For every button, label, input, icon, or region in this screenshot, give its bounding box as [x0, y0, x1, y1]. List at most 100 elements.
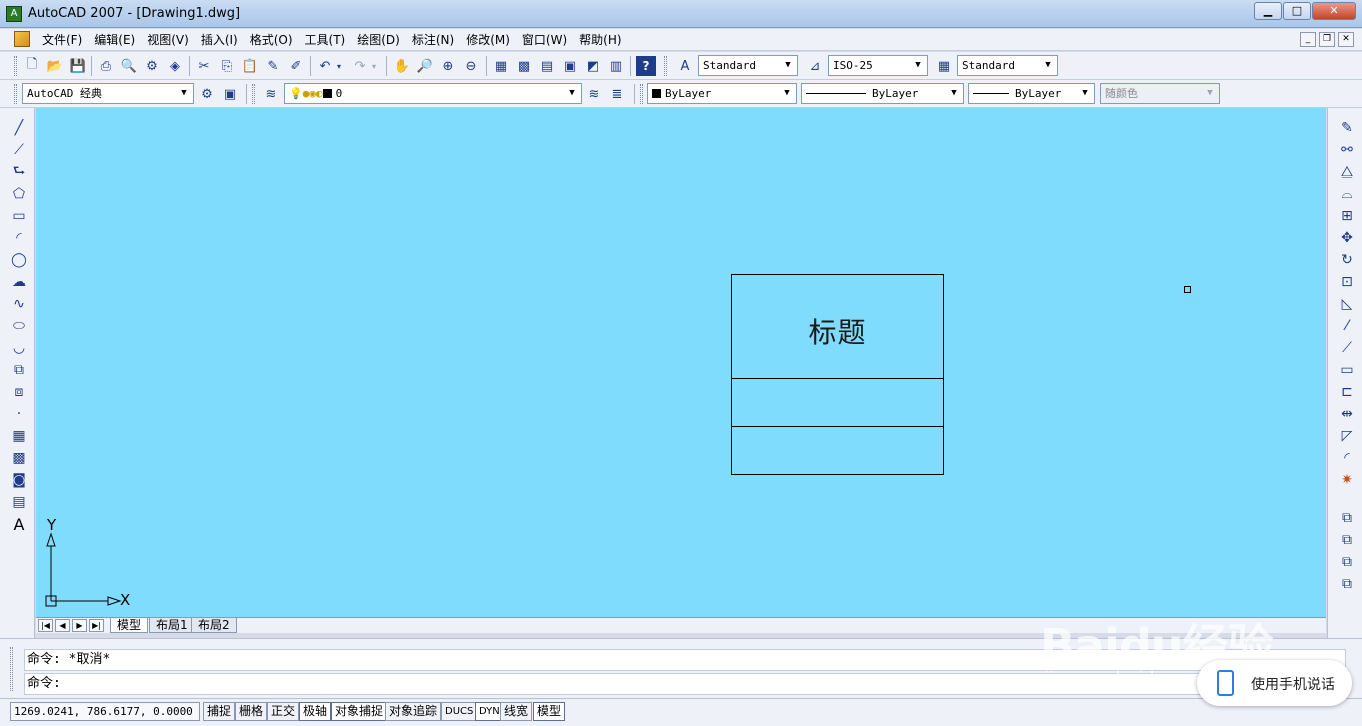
publish-icon[interactable]: ⚙ [142, 56, 162, 76]
revision-cloud-icon[interactable]: ☁ [8, 272, 30, 292]
doc-minimize-button[interactable]: _ [1300, 32, 1316, 47]
calculator-icon[interactable]: ▥ [606, 56, 626, 76]
zoom-realtime-icon[interactable]: 🔎 [415, 56, 435, 76]
tab-model[interactable]: 模型 [110, 618, 149, 633]
pan-icon[interactable]: ✋ [392, 56, 412, 76]
ellipse-icon[interactable]: ⬭ [8, 316, 30, 336]
toolbar-grip[interactable] [252, 84, 255, 104]
ducs-toggle[interactable]: DUCS [441, 702, 478, 721]
osnap-toggle[interactable]: 对象捕捉 [331, 702, 388, 721]
menu-draw[interactable]: 绘图(D) [351, 32, 406, 48]
erase-icon[interactable]: ✎ [1336, 118, 1358, 138]
menu-dimension[interactable]: 标注(N) [406, 32, 460, 48]
line-icon[interactable]: ╱ [8, 118, 30, 138]
minimize-button[interactable]: ▁ [1254, 2, 1282, 20]
gradient-icon[interactable]: ▩ [8, 448, 30, 468]
dimension-style-select[interactable]: ISO-25 ▼ [828, 55, 928, 76]
draw-order-front-icon[interactable]: ⧉ [1336, 508, 1358, 528]
layer-previous-icon[interactable]: ≣ [607, 84, 627, 104]
first-tab-icon[interactable]: |◀ [38, 619, 53, 632]
properties-icon[interactable]: ▦ [491, 56, 511, 76]
tab-layout2[interactable]: 布局2 [191, 618, 237, 633]
close-button[interactable]: ✕ [1312, 2, 1356, 20]
toolbar-grip[interactable] [14, 84, 17, 104]
array-icon[interactable]: ⊞ [1336, 206, 1358, 226]
new-file-icon[interactable]: 🗋 [22, 56, 42, 76]
plot-icon[interactable]: ⎙ [96, 56, 116, 76]
undo-icon[interactable]: ↶ [315, 56, 335, 76]
help-icon[interactable]: ? [636, 56, 656, 76]
chamfer-icon[interactable]: ◸ [1336, 426, 1358, 446]
table-row[interactable] [732, 379, 943, 427]
tab-layout1[interactable]: 布局1 [149, 618, 195, 633]
text-style-select[interactable]: Standard ▼ [698, 55, 798, 76]
workspace-settings-icon[interactable]: ⚙ [197, 84, 217, 104]
document-icon[interactable] [14, 31, 30, 47]
toolbar-grip[interactable] [664, 56, 667, 76]
3d-publish-icon[interactable]: ◈ [165, 56, 185, 76]
menu-format[interactable]: 格式(O) [244, 32, 299, 48]
undo-dropdown-icon[interactable]: ▾ [333, 56, 345, 76]
insert-block-icon[interactable]: ⧉ [8, 360, 30, 380]
construction-line-icon[interactable]: ⟋ [8, 140, 30, 160]
menu-help[interactable]: 帮助(H) [573, 32, 627, 48]
menu-file[interactable]: 文件(F) [36, 32, 88, 48]
tool-palettes-icon[interactable]: ▤ [537, 56, 557, 76]
draw-order-back-icon[interactable]: ⧉ [1336, 530, 1358, 550]
phone-speak-button[interactable]: 使用手机说话 [1197, 660, 1352, 706]
toolbar-grip[interactable] [14, 56, 17, 76]
hatch-icon[interactable]: ▦ [8, 426, 30, 446]
polyline-icon[interactable]: ⮑ [8, 162, 30, 182]
menu-view[interactable]: 视图(V) [141, 32, 195, 48]
menu-edit[interactable]: 编辑(E) [88, 32, 141, 48]
copy-icon[interactable]: ⎘ [217, 56, 237, 76]
fillet-icon[interactable]: ◜ [1336, 448, 1358, 468]
menu-insert[interactable]: 插入(I) [195, 32, 244, 48]
drawing-canvas[interactable]: 标题 Y X [36, 108, 1326, 617]
mirror-icon[interactable]: ⧋ [1336, 162, 1358, 182]
grid-toggle[interactable]: 栅格 [235, 702, 268, 721]
snap-toggle[interactable]: 捕捉 [203, 702, 236, 721]
zoom-previous-icon[interactable]: ⊖ [461, 56, 481, 76]
lineweight-toggle[interactable]: 线宽 [500, 702, 533, 721]
ortho-toggle[interactable]: 正交 [267, 702, 300, 721]
match-properties-icon[interactable]: ✎ [263, 56, 283, 76]
lineweight-select[interactable]: ByLayer ▼ [968, 83, 1095, 104]
make-layer-current-icon[interactable]: ≋ [584, 84, 604, 104]
redo-dropdown-icon[interactable]: ▾ [368, 56, 380, 76]
save-workspace-icon[interactable]: ▣ [220, 84, 240, 104]
polar-toggle[interactable]: 极轴 [299, 702, 332, 721]
circle-icon[interactable]: ◯ [8, 250, 30, 270]
ellipse-arc-icon[interactable]: ◡ [8, 338, 30, 358]
menu-tools[interactable]: 工具(T) [299, 32, 352, 48]
design-center-icon[interactable]: ▩ [514, 56, 534, 76]
autocad-app-icon[interactable]: A [6, 6, 22, 22]
break-icon[interactable]: ⊏ [1336, 382, 1358, 402]
sheet-set-icon[interactable]: ▣ [560, 56, 580, 76]
draw-order-above-icon[interactable]: ⧉ [1336, 552, 1358, 572]
table-style-icon[interactable]: ▦ [934, 56, 954, 76]
text-style-icon[interactable]: A [675, 56, 695, 76]
doc-close-button[interactable]: ✕ [1338, 32, 1354, 47]
linetype-select[interactable]: ByLayer ▼ [801, 83, 964, 104]
title-table[interactable]: 标题 [731, 274, 944, 475]
spline-icon[interactable]: ∿ [8, 294, 30, 314]
next-tab-icon[interactable]: ▶ [72, 619, 87, 632]
paste-icon[interactable]: 📋 [240, 56, 260, 76]
make-block-icon[interactable]: ⧈ [8, 382, 30, 402]
cut-icon[interactable]: ✂ [194, 56, 214, 76]
plot-style-select[interactable]: 随颜色 ▼ [1100, 83, 1220, 104]
scale-icon[interactable]: ⊡ [1336, 272, 1358, 292]
coordinate-readout[interactable]: 1269.0241, 786.6177, 0.0000 [10, 702, 200, 721]
workspace-select[interactable]: AutoCAD 经典 ▼ [22, 83, 194, 104]
model-toggle[interactable]: 模型 [533, 702, 566, 721]
multiline-text-icon[interactable]: A [8, 514, 30, 534]
polygon-icon[interactable]: ⬠ [8, 184, 30, 204]
zoom-window-icon[interactable]: ⊕ [438, 56, 458, 76]
toolbar-grip[interactable] [640, 84, 643, 104]
table-style-select[interactable]: Standard ▼ [957, 55, 1058, 76]
join-icon[interactable]: ⇹ [1336, 404, 1358, 424]
rectangle-icon[interactable]: ▭ [8, 206, 30, 226]
copy-object-icon[interactable]: ⚯ [1336, 140, 1358, 160]
extend-icon[interactable]: ⟋ [1336, 338, 1358, 358]
